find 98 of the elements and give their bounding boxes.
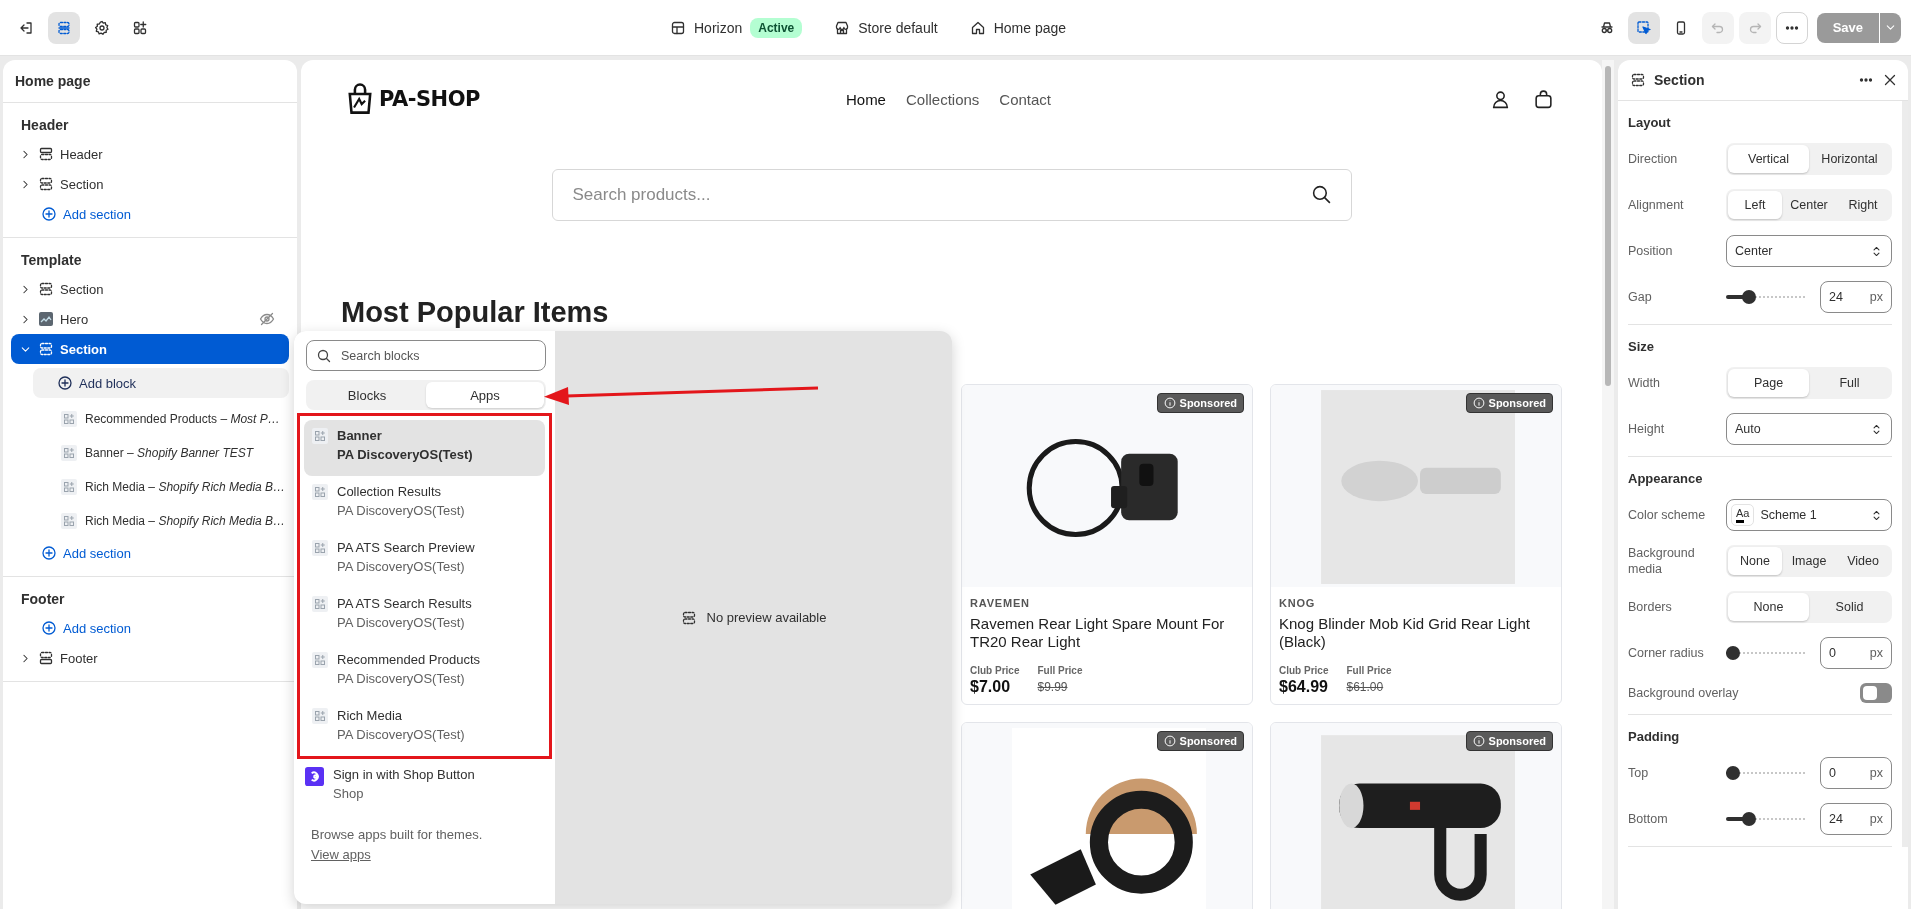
segment-option[interactable]: Image bbox=[1782, 547, 1836, 575]
sponsored-badge: Sponsored bbox=[1156, 731, 1244, 751]
add-section-link[interactable]: Add section bbox=[11, 538, 289, 568]
tab[interactable]: Apps bbox=[426, 382, 544, 408]
app-block-item[interactable]: Sign in with Shop Button Shop bbox=[297, 759, 552, 815]
field-label: Height bbox=[1628, 421, 1666, 437]
brand-label: KNOG bbox=[1279, 597, 1317, 609]
segment-option[interactable]: Left bbox=[1728, 191, 1782, 219]
tab[interactable]: Blocks bbox=[308, 382, 426, 408]
segment-option[interactable]: Full bbox=[1809, 369, 1890, 397]
group-title: Padding bbox=[1628, 728, 1681, 746]
sponsored-badge: Sponsored bbox=[1465, 393, 1553, 413]
group-title: Footer bbox=[20, 590, 66, 609]
group-title: Layout bbox=[1628, 114, 1672, 132]
segment-option[interactable]: Center bbox=[1782, 191, 1836, 219]
block-item[interactable]: Recommended Products – Most P… bbox=[11, 402, 289, 436]
product-title[interactable]: Ravemen Rear Light Spare Mount For TR20 Rear Light bbox=[970, 615, 1244, 651]
product-card[interactable]: Sponsored KNOG Knog Blinder Mob Kid Grid Rear Light (Black) Club Price $64.99 Full Price $61.00 bbox=[1270, 384, 1562, 705]
app-block-item[interactable]: PA ATS Search Results PA DiscoveryOS(Test) bbox=[304, 588, 545, 644]
theme-name: Horizon bbox=[694, 19, 743, 36]
group-title: Template bbox=[20, 251, 83, 270]
tree-item[interactable]: Section bbox=[11, 169, 289, 199]
nav-link[interactable]: Home bbox=[845, 90, 886, 108]
select-field[interactable]: Auto bbox=[1726, 413, 1892, 445]
select-field[interactable]: Aa Scheme 1 bbox=[1726, 499, 1892, 531]
tree-item[interactable]: Section bbox=[11, 274, 289, 304]
segment-option[interactable]: Page bbox=[1728, 369, 1809, 397]
segment-option[interactable]: Video bbox=[1836, 547, 1890, 575]
field-label: Gap bbox=[1628, 289, 1653, 305]
group-title: Size bbox=[1628, 338, 1655, 356]
product-title[interactable]: Knog Blinder Mob Kid Grid Rear Light (Black) bbox=[1279, 615, 1553, 651]
tree-item[interactable]: Footer bbox=[11, 643, 289, 673]
number-field[interactable]: 24 px bbox=[1820, 803, 1892, 835]
tree-item[interactable]: Hero bbox=[11, 304, 289, 334]
price-label: Full Price bbox=[1037, 665, 1083, 676]
segment-option[interactable]: Solid bbox=[1809, 593, 1890, 621]
product-card[interactable]: Sponsored RAVEMEN Ravemen Rear Light Spare Mount For TR20 Rear Light Club Price $7.00 Full Price $9.99 bbox=[961, 384, 1253, 705]
field-label: Bottom bbox=[1628, 811, 1669, 827]
app-block-item[interactable]: Rich Media PA DiscoveryOS(Test) bbox=[304, 700, 545, 756]
club-price: $7.00 bbox=[970, 678, 1012, 696]
full-price: $9.99 bbox=[1037, 680, 1069, 694]
panel-title: Section bbox=[1654, 72, 1706, 88]
brand-label: RAVEMEN bbox=[970, 597, 1031, 609]
price-label: Full Price bbox=[1346, 665, 1392, 676]
scheme-swatch: Aa bbox=[1731, 504, 1755, 526]
tree-item[interactable]: Section bbox=[11, 334, 289, 364]
tree-item[interactable]: Header bbox=[11, 139, 289, 169]
number-field[interactable]: 0 px bbox=[1820, 757, 1892, 789]
add-block-button[interactable]: Add block bbox=[33, 368, 289, 398]
field-label: Corner radius bbox=[1628, 645, 1705, 661]
segment-option[interactable]: None bbox=[1728, 547, 1782, 575]
block-item[interactable]: Rich Media – Shopify Rich Media B… bbox=[11, 470, 289, 504]
block-item[interactable]: Rich Media – Shopify Rich Media B… bbox=[11, 504, 289, 538]
status-badge: Active bbox=[750, 17, 803, 38]
segment-option[interactable]: Vertical bbox=[1728, 145, 1809, 173]
add-section-link[interactable]: Add section bbox=[11, 613, 289, 643]
price-label: Club Price bbox=[1279, 665, 1329, 676]
field-label: Direction bbox=[1628, 151, 1679, 167]
segment-option[interactable]: None bbox=[1728, 593, 1809, 621]
section-heading: Most Popular Items bbox=[341, 295, 610, 329]
full-price: $61.00 bbox=[1346, 680, 1385, 694]
field-label: Position bbox=[1628, 243, 1674, 259]
app-block-item[interactable]: Banner PA DiscoveryOS(Test) bbox=[304, 420, 545, 476]
segment-option[interactable]: Horizontal bbox=[1809, 145, 1890, 173]
segment-option[interactable]: Right bbox=[1836, 191, 1890, 219]
number-field[interactable]: 0 px bbox=[1820, 637, 1892, 669]
sponsored-badge: Sponsored bbox=[1156, 393, 1244, 413]
field-label: Top bbox=[1628, 765, 1650, 781]
store-name: Store default bbox=[858, 19, 938, 36]
browse-apps-text: Browse apps built for themes. View apps bbox=[311, 826, 484, 864]
number-field[interactable]: 24 px bbox=[1820, 281, 1892, 313]
search-field[interactable]: Search blocks bbox=[306, 340, 546, 371]
nav-link[interactable]: Collections bbox=[905, 90, 980, 108]
product-card[interactable]: Sponsored bbox=[1270, 722, 1562, 909]
field-label: Width bbox=[1628, 375, 1661, 391]
group-title: Header bbox=[20, 116, 70, 135]
panel-title: Home page bbox=[3, 60, 297, 103]
app-block-item[interactable]: Collection Results PA DiscoveryOS(Test) bbox=[304, 476, 545, 532]
field-label: Borders bbox=[1628, 599, 1673, 615]
field-label: Background overlay bbox=[1628, 685, 1740, 701]
add-section-link[interactable]: Add section bbox=[11, 199, 289, 229]
app-block-item[interactable]: Recommended Products PA DiscoveryOS(Test) bbox=[304, 644, 545, 700]
product-card[interactable]: Sponsored bbox=[961, 722, 1253, 909]
store-logo-text[interactable]: PA-SHOP bbox=[379, 87, 480, 111]
select-field[interactable]: Center bbox=[1726, 235, 1892, 267]
block-item[interactable]: Banner – Shopify Banner TEST bbox=[11, 436, 289, 470]
app-block-item[interactable]: PA ATS Search Preview PA DiscoveryOS(Test) bbox=[304, 532, 545, 588]
empty-preview-text: No preview available bbox=[706, 610, 827, 625]
field-label: Background media bbox=[1628, 545, 1696, 577]
view-apps-link[interactable]: View apps bbox=[311, 847, 371, 862]
field-label: Alignment bbox=[1628, 197, 1685, 213]
club-price: $64.99 bbox=[1279, 678, 1329, 696]
price-label: Club Price bbox=[970, 665, 1020, 676]
field-label: Color scheme bbox=[1628, 507, 1707, 523]
sponsored-badge: Sponsored bbox=[1465, 731, 1553, 751]
nav-link[interactable]: Contact bbox=[999, 90, 1052, 108]
group-title: Appearance bbox=[1628, 470, 1704, 488]
page-name[interactable]: Home page bbox=[993, 19, 1067, 36]
